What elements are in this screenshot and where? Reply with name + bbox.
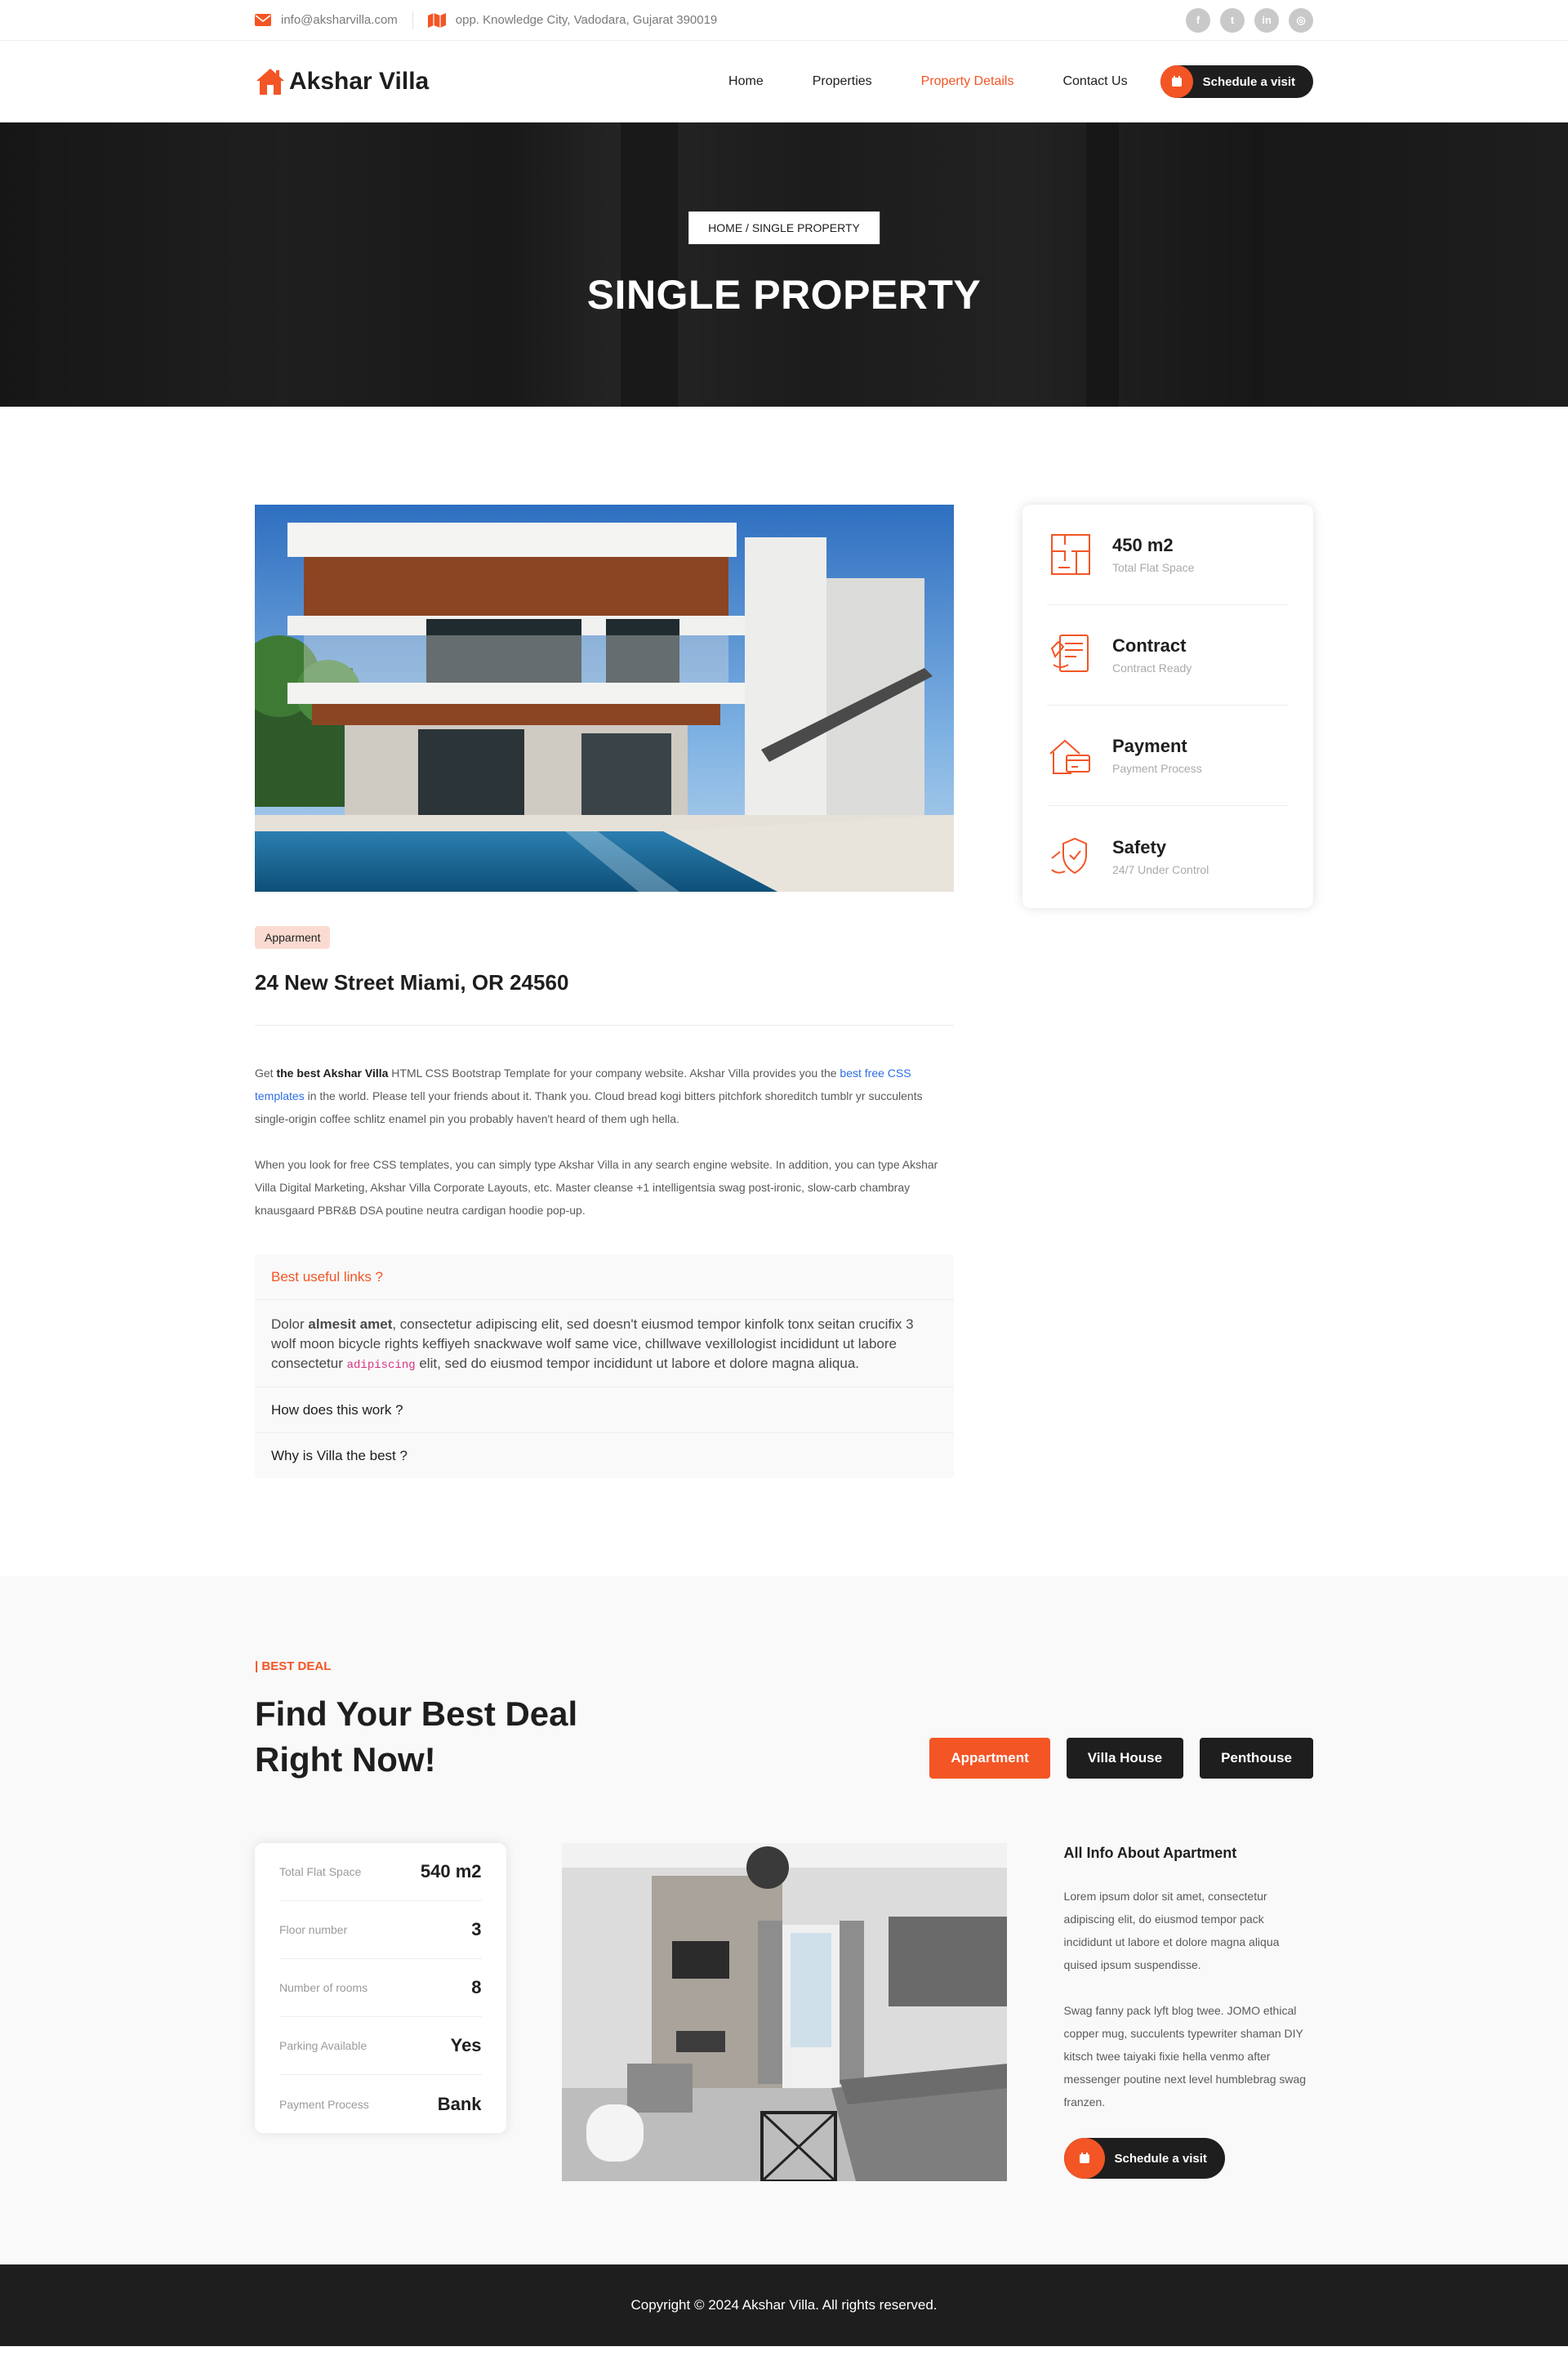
payment-icon <box>1049 739 1090 774</box>
schedule-visit-button-deal[interactable]: Schedule a visit <box>1063 2138 1225 2179</box>
section-kicker: | Best Deal <box>255 1659 332 1673</box>
top-bar: info@aksharvilla.com opp. Knowledge City… <box>0 0 1568 41</box>
divider <box>412 11 413 29</box>
description-paragraph-2: When you look for free CSS templates, yo… <box>255 1158 938 1217</box>
accordion-item-useful-links[interactable]: Best useful links ? <box>255 1254 954 1300</box>
floor-plan-icon <box>1051 534 1090 575</box>
email-text[interactable]: info@aksharvilla.com <box>281 13 398 27</box>
top-email[interactable]: info@aksharvilla.com <box>255 13 398 27</box>
schedule-visit-label: Schedule a visit <box>1202 74 1295 89</box>
schedule-visit-label: Schedule a visit <box>1114 2151 1207 2166</box>
nav-property-details[interactable]: Property Details <box>921 74 1014 89</box>
nav-home[interactable]: Home <box>728 74 764 89</box>
accordion-body: Dolor almesit amet, consectetur adipisci… <box>271 1316 914 1372</box>
house-logo-icon <box>256 69 284 95</box>
property-main: Apparment 24 New Street Miami, OR 24560 … <box>255 505 954 1478</box>
apartment-info-title: All Info About Apartment <box>1063 1845 1237 1861</box>
property-image <box>255 505 954 892</box>
info-item-contract: Contract Contract Ready <box>1047 605 1289 706</box>
twitter-icon[interactable]: t <box>1220 7 1245 33</box>
logo-text: Akshar Villa <box>289 68 430 95</box>
tab-penthouse[interactable]: Penthouse <box>1200 1738 1313 1779</box>
schedule-visit-button[interactable]: Schedule a visit <box>1160 65 1313 98</box>
main-nav: Home Properties Property Details Contact… <box>679 65 1313 98</box>
top-address: opp. Knowledge City, Vadodara, Gujarat 3… <box>427 12 718 28</box>
stat-flat-space: Total Flat Space 540 m2 <box>279 1843 482 1901</box>
envelope-icon <box>255 14 271 26</box>
main-header: Akshar Villa Home Properties Property De… <box>0 41 1568 122</box>
stat-parking: Parking Available Yes <box>279 2017 482 2075</box>
divider <box>255 1025 954 1026</box>
calendar-icon <box>1063 2138 1105 2179</box>
nav-contact[interactable]: Contact Us <box>1062 74 1127 89</box>
page-title: SINGLE PROPERTY <box>586 272 982 318</box>
stat-payment: Payment Process Bank <box>279 2093 482 2114</box>
stat-floor-number: Floor number 3 <box>279 1901 482 1959</box>
tab-appartment[interactable]: Appartment <box>929 1738 1050 1779</box>
page-hero: HOME / SINGLE PROPERTY SINGLE PROPERTY <box>0 122 1568 407</box>
single-property: Apparment 24 New Street Miami, OR 24560 … <box>0 407 1568 1478</box>
property-type-tabs: Appartment Villa House Penthouse <box>929 1738 1313 1779</box>
property-info-card: 450 m2 Total Flat Space Contract Contract … <box>1022 505 1313 908</box>
safety-icon <box>1051 837 1087 874</box>
faq-accordion: Best useful links ? Dolor almesit amet, … <box>255 1254 954 1478</box>
contract-icon <box>1050 635 1089 672</box>
apartment-info-paragraph-2: Swag fanny pack lyft blog twee. JOMO eth… <box>1063 2004 1307 2108</box>
facebook-icon[interactable]: f <box>1186 7 1210 33</box>
stats-card: Total Flat Space 540 m2 Floor number 3 Num… <box>255 1843 506 2133</box>
nav-properties[interactable]: Properties <box>813 74 872 89</box>
stat-rooms: Number of rooms 8 <box>279 1959 482 2017</box>
map-icon <box>427 12 446 28</box>
breadcrumb[interactable]: HOME / SINGLE PROPERTY <box>688 212 880 244</box>
calendar-icon <box>1160 65 1193 98</box>
tab-villa-house[interactable]: Villa House <box>1066 1738 1184 1779</box>
site-footer: Copyright © 2024 Akshar Villa. All right… <box>0 2264 1568 2346</box>
social-links: f t in ◎ <box>1186 7 1313 33</box>
logo[interactable]: Akshar Villa <box>255 67 429 96</box>
description-paragraph-1: Get the best Akshar Villa HTML CSS Boots… <box>255 1066 923 1125</box>
copyright-text: Copyright © 2024 Akshar Villa. All right… <box>630 2297 938 2313</box>
apartment-image <box>561 1843 1007 2181</box>
instagram-icon[interactable]: ◎ <box>1289 7 1313 33</box>
best-deal-section: | Best Deal Find Your Best Deal Right Now… <box>0 1576 1568 2264</box>
linkedin-icon[interactable]: in <box>1254 7 1279 33</box>
apartment-info: All Info About Apartment Lorem ipsum dol… <box>1063 1843 1313 2179</box>
accordion-item-why-villa[interactable]: Why is Villa the best ? <box>255 1432 954 1478</box>
info-item-space: 450 m2 Total Flat Space <box>1047 505 1289 605</box>
property-type-tag: Apparment <box>255 926 331 949</box>
info-item-payment: Payment Payment Process <box>1047 706 1289 806</box>
apartment-info-paragraph-1: Lorem ipsum dolor sit amet, consectetur … <box>1063 1890 1280 1971</box>
deal-content: Total Flat Space 540 m2 Floor number 3 Num… <box>255 1843 1313 2181</box>
info-item-safety: Safety 24/7 Under Control <box>1047 806 1289 906</box>
accordion-item-how-it-works[interactable]: How does this work ? <box>255 1387 954 1432</box>
address-text: opp. Knowledge City, Vadodara, Gujarat 3… <box>455 13 718 27</box>
property-address: 24 New Street Miami, OR 24560 <box>255 970 569 995</box>
